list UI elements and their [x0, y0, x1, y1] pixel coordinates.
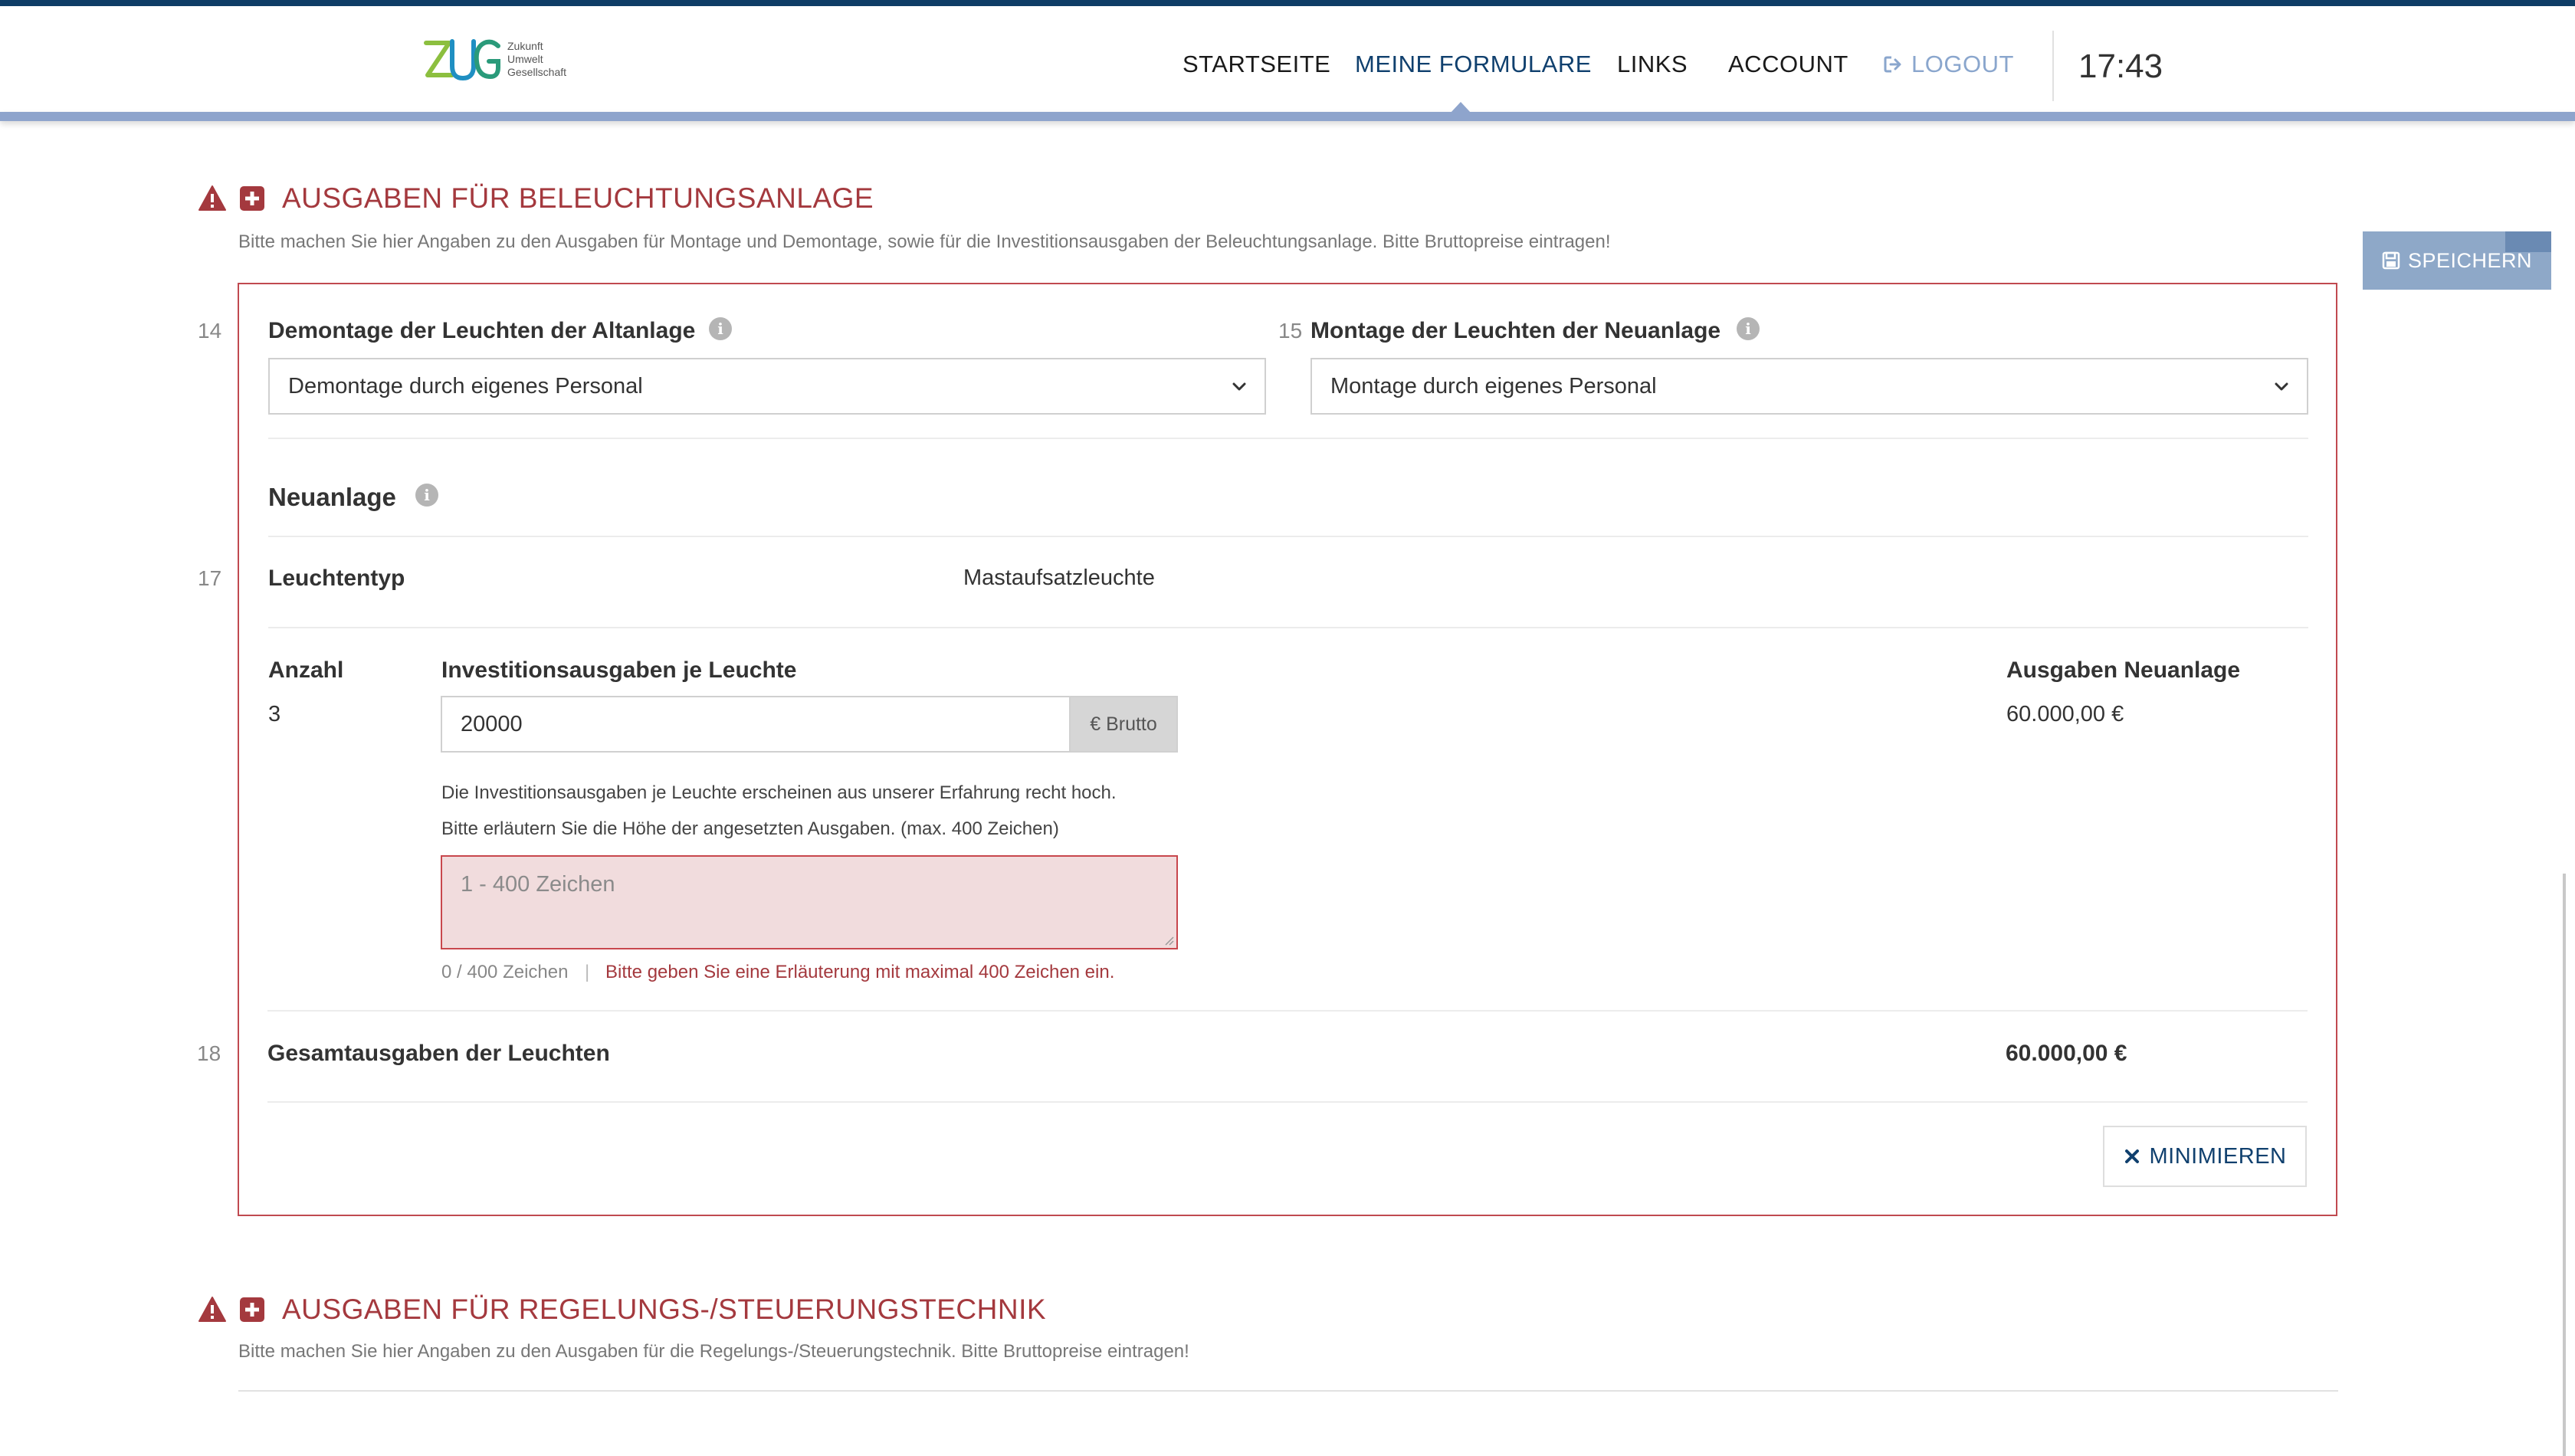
- logo-text: Zukunft Umwelt Gesellschaft: [507, 40, 566, 79]
- investitionsausgaben-input[interactable]: 20000: [441, 696, 1071, 753]
- active-nav-caret: [1450, 102, 1471, 113]
- section-divider: [238, 1390, 2338, 1392]
- section-beleuchtung-description: Bitte machen Sie hier Angaben zu den Aus…: [238, 231, 1611, 252]
- anzahl-value: 3: [268, 702, 281, 726]
- montage-label: Montage der Leuchten der Neuanlage: [1310, 318, 1721, 343]
- site-logo[interactable]: Zukunft Umwelt Gesellschaft: [422, 35, 575, 84]
- floppy-disk-icon: [2382, 251, 2400, 270]
- erlaeuterung-textarea[interactable]: 1 - 400 Zeichen: [441, 855, 1178, 949]
- divider: [267, 1101, 2308, 1103]
- logo-line-2: Umwelt: [507, 53, 543, 65]
- nav-meine-formulare[interactable]: MEINE FORMULARE: [1355, 51, 1592, 78]
- investitionsausgaben-header: Investitionsausgaben je Leuchte: [441, 657, 797, 683]
- info-icon[interactable]: i: [415, 484, 438, 507]
- neuanlage-heading: Neuanlage: [268, 483, 396, 511]
- counter-separator: |: [585, 962, 590, 982]
- nav-divider: [2052, 31, 2054, 101]
- textarea-placeholder: 1 - 400 Zeichen: [461, 872, 615, 897]
- investitionsausgaben-input-value: 20000: [461, 711, 523, 736]
- demontage-select[interactable]: Demontage durch eigenes Personal: [268, 358, 1266, 415]
- demontage-label: Demontage der Leuchten der Altanlage: [268, 318, 696, 343]
- chevron-down-icon: [2275, 382, 2288, 391]
- warning-icon: [198, 1297, 226, 1322]
- expand-plus-icon[interactable]: [238, 184, 267, 213]
- resize-grip-icon[interactable]: [1163, 935, 1174, 946]
- demontage-select-value: Demontage durch eigenes Personal: [288, 373, 643, 398]
- char-counter: 0 / 400 Zeichen: [441, 962, 569, 982]
- nav-account[interactable]: ACCOUNT: [1728, 51, 1848, 78]
- save-button[interactable]: SPEICHERN: [2363, 231, 2551, 290]
- save-button-corner: [2505, 231, 2551, 252]
- top-accent-bar: [0, 0, 2575, 6]
- question-number-14: 14: [198, 319, 222, 343]
- question-number-15: 15: [1278, 319, 1303, 343]
- section-steuerung-header[interactable]: AUSGABEN FÜR REGELUNGS-/STEUERUNGSTECHNI…: [198, 1294, 1046, 1326]
- anzahl-header: Anzahl: [268, 657, 344, 683]
- section-beleuchtung-header[interactable]: AUSGABEN FÜR BELEUCHTUNGSANLAGE: [198, 182, 874, 215]
- question-number-18: 18: [197, 1041, 221, 1065]
- chevron-down-icon: [1232, 382, 1246, 391]
- montage-select[interactable]: Montage durch eigenes Personal: [1310, 358, 2308, 415]
- divider: [268, 627, 2308, 628]
- session-clock: 17:43: [2078, 48, 2163, 85]
- nav-links[interactable]: LINKS: [1617, 51, 1688, 78]
- minimize-button[interactable]: MINIMIEREN: [2103, 1126, 2307, 1187]
- header-underline: [0, 112, 2575, 121]
- divider: [267, 1010, 2308, 1012]
- section-steuerung-title: AUSGABEN FÜR REGELUNGS-/STEUERUNGSTECHNI…: [282, 1294, 1047, 1325]
- plausibility-hint-1: Die Investitionsausgaben je Leuchte ersc…: [441, 782, 1117, 803]
- section-beleuchtung-title: AUSGABEN FÜR BELEUCHTUNGSANLAGE: [282, 182, 874, 214]
- logo-line-3: Gesellschaft: [507, 66, 567, 78]
- divider: [268, 438, 2308, 439]
- ausgaben-neuanlage-value: 60.000,00 €: [2006, 702, 2124, 726]
- leuchtentyp-label: Leuchtentyp: [268, 566, 405, 591]
- save-button-label: SPEICHERN: [2407, 248, 2533, 272]
- plausibility-hint-2: Bitte erläutern Sie die Höhe der angeset…: [441, 818, 1059, 839]
- gesamtausgaben-label: Gesamtausgaben der Leuchten: [267, 1041, 610, 1066]
- divider: [268, 536, 2308, 537]
- expand-plus-icon[interactable]: [238, 1295, 267, 1324]
- info-icon[interactable]: i: [709, 317, 732, 340]
- nav-startseite[interactable]: STARTSEITE: [1183, 51, 1330, 78]
- zug-logo-icon: [424, 39, 500, 81]
- ausgaben-neuanlage-header: Ausgaben Neuanlage: [2006, 657, 2241, 683]
- minimize-button-label: MINIMIEREN: [2149, 1143, 2287, 1169]
- validation-error: Bitte geben Sie eine Erläuterung mit max…: [605, 962, 1115, 982]
- logout-icon: [1884, 56, 1901, 73]
- nav-logout-label: LOGOUT: [1911, 51, 2014, 77]
- brutto-unit-addon: € Brutto: [1069, 696, 1178, 753]
- info-icon[interactable]: i: [1737, 317, 1760, 340]
- section-steuerung-description: Bitte machen Sie hier Angaben zu den Aus…: [238, 1341, 1189, 1362]
- close-icon: [2124, 1149, 2139, 1163]
- scrollbar[interactable]: [2563, 874, 2566, 1456]
- logo-line-1: Zukunft: [507, 40, 543, 52]
- montage-select-value: Montage durch eigenes Personal: [1330, 373, 1657, 398]
- warning-icon: [198, 185, 226, 211]
- nav-logout[interactable]: LOGOUT: [1884, 51, 2014, 78]
- gesamtausgaben-value: 60.000,00 €: [2006, 1041, 2127, 1066]
- leuchtentyp-value: Mastaufsatzleuchte: [963, 566, 1155, 590]
- question-number-17: 17: [198, 566, 222, 590]
